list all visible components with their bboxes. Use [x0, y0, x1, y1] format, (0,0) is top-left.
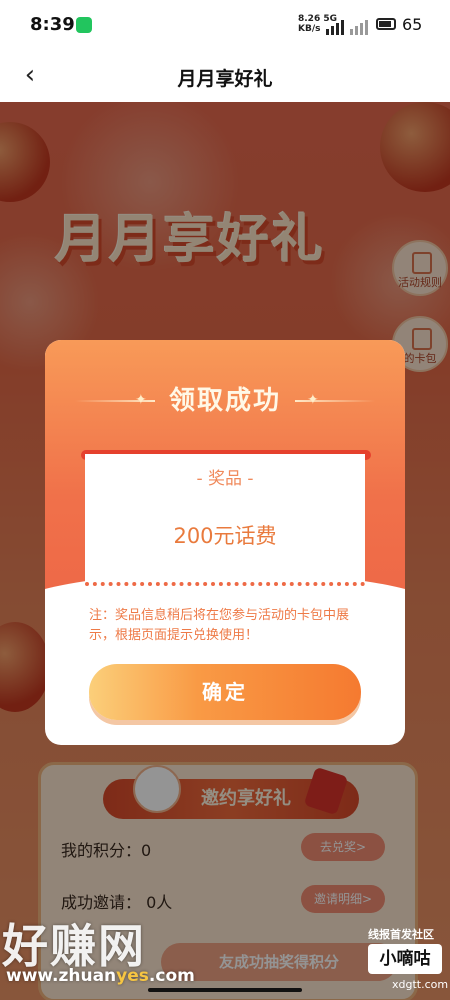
- watermark-slogan: 线报首发社区: [368, 928, 434, 941]
- confirm-button[interactable]: 确定: [89, 664, 361, 720]
- prize-heading: - 奖品 -: [196, 469, 254, 489]
- watermark-url-right: xdgtt.com: [392, 978, 449, 991]
- page-title: 月月享好礼: [177, 68, 273, 90]
- signal-icon: [326, 16, 346, 35]
- watermark-url-suffix: .com: [148, 966, 195, 986]
- battery-icon: [376, 18, 396, 30]
- nav-bar: ‹ 月月享好礼: [0, 52, 450, 102]
- modal-title: 领取成功: [168, 386, 281, 416]
- watermark-url-prefix: www.zhuan: [6, 966, 117, 986]
- success-modal: ✦ ✦ 领取成功 - 奖品 - 200元话费 注：奖品信息稍后将在您参与活动的卡…: [45, 340, 405, 745]
- prize-note: 注：奖品信息稍后将在您参与活动的卡包中展示，根据页面提示兑换使用！: [89, 608, 350, 643]
- status-time: 8:39: [30, 14, 75, 35]
- prize-ticket: - 奖品 - 200元话费: [85, 454, 365, 586]
- watermark-url-highlight: yes: [116, 966, 149, 986]
- watermark-logo-right: 小嘀咕: [368, 944, 442, 974]
- wechat-notification-icon: [76, 17, 92, 33]
- signal-secondary-icon: [350, 16, 370, 35]
- home-indicator[interactable]: [148, 988, 302, 992]
- prize-value: 200元话费: [173, 524, 277, 548]
- watermark-url-left: www.zhuanyes.com: [6, 966, 195, 986]
- status-bar: 8:39 8.26 5G KB/s 65: [0, 0, 450, 52]
- battery-level: 65: [402, 15, 423, 34]
